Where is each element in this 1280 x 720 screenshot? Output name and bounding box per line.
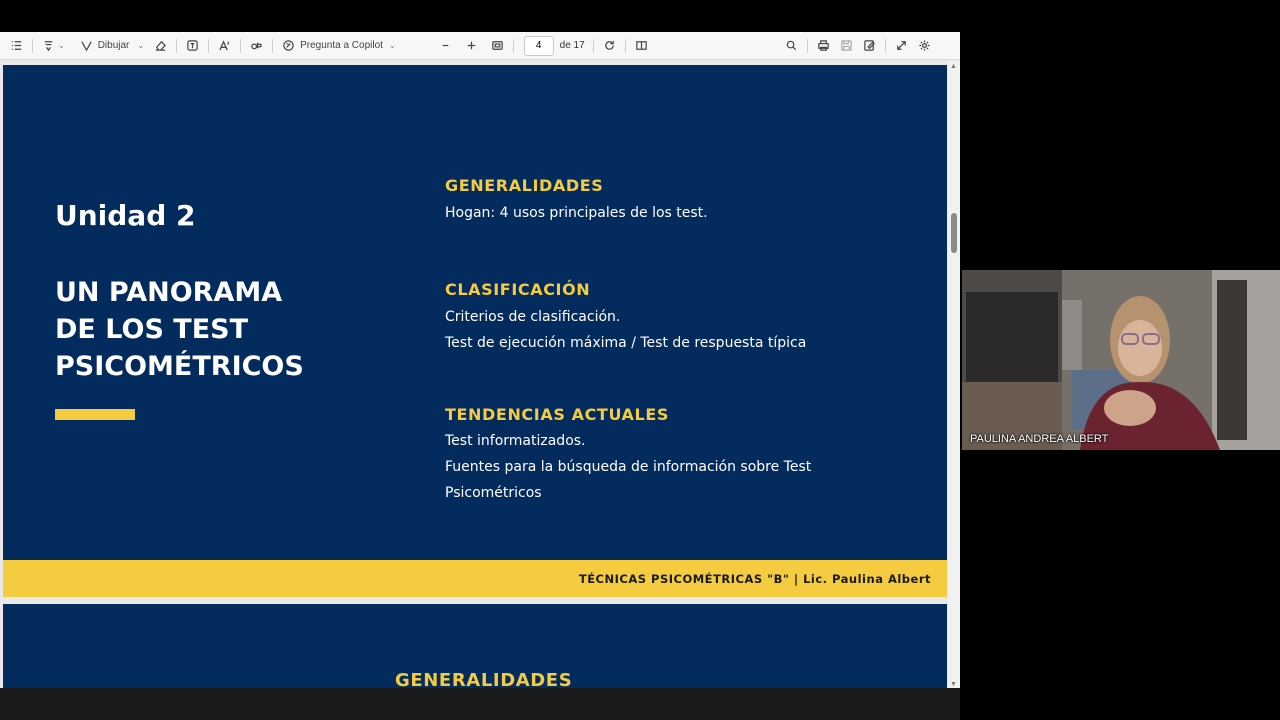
section-text-generalidades: Hogan: 4 usos principales de los test.	[445, 200, 905, 226]
save-button[interactable]	[836, 35, 857, 57]
rotate-icon	[604, 40, 614, 50]
fullscreen-icon	[896, 41, 906, 50]
save-icon	[840, 40, 852, 51]
copilot-label: Pregunta a Copilot	[300, 40, 383, 51]
scrollbar-thumb[interactable]	[951, 213, 957, 253]
document-area[interactable]: Unidad 2 UN PANORAMA DE LOS TEST PSICOMÉ…	[0, 61, 948, 688]
footer-text: TÉCNICAS PSICOMÉTRICAS "B" | Lic. Paulin…	[578, 572, 931, 586]
screen: ⌄ Dibujar ⌄ Pregunta a Copilot ⌄ 4 de 17…	[0, 0, 1280, 720]
section-line: Hogan: 4 usos principales de los test.	[445, 205, 708, 221]
zoom-in-button[interactable]	[461, 35, 482, 57]
search-button[interactable]	[781, 35, 802, 57]
section-text-tendencias: Test informatizados. Fuentes para la bús…	[445, 428, 905, 506]
toolbar-divider	[32, 38, 33, 53]
table-of-contents-button[interactable]	[6, 35, 27, 57]
search-icon	[786, 40, 796, 51]
print-icon	[817, 40, 829, 51]
save-as-button[interactable]	[859, 35, 880, 57]
slide-title-line: PSICOMÉTRICOS	[55, 351, 304, 382]
text-box-button[interactable]	[182, 35, 203, 57]
section-line: Test de ejecución máxima / Test de respu…	[445, 335, 807, 351]
toolbar-divider	[806, 38, 808, 53]
chevron-down-icon: ⌄	[388, 41, 396, 50]
settings-icon	[919, 40, 930, 51]
participant-name-label: PAULINA ANDREA ALBERT	[970, 433, 1109, 445]
toolbar-divider	[240, 38, 242, 53]
eraser-icon	[155, 40, 167, 51]
copilot-icon	[283, 40, 294, 51]
save-as-icon	[863, 40, 875, 51]
read-aloud-icon	[251, 42, 262, 50]
chevron-down-icon: ⌄	[137, 41, 145, 50]
text-box-icon	[187, 40, 198, 51]
text-format-button[interactable]	[214, 35, 235, 57]
section-heading-clasificacion: CLASIFICACIÓN	[445, 280, 591, 299]
table-of-contents-icon	[11, 41, 22, 50]
slide-title-line: DE LOS TEST	[55, 314, 249, 345]
toolbar-divider	[176, 38, 178, 53]
draw-label: Dibujar	[97, 40, 130, 51]
zoom-out-icon	[442, 44, 448, 47]
highlight-button[interactable]: ⌄	[38, 35, 69, 57]
section-heading-tendencias: TENDENCIAS ACTUALES	[445, 405, 669, 424]
slide-title-line: UN PANORAMA	[55, 277, 283, 308]
slide2-heading: GENERALIDADES	[395, 670, 573, 688]
eraser-button[interactable]	[150, 35, 171, 57]
scroll-up-icon[interactable]: ▲	[950, 63, 957, 70]
print-button[interactable]	[813, 35, 834, 57]
bottom-bar	[0, 688, 960, 720]
pdf-page-slide: GENERALIDADES	[3, 604, 947, 688]
section-heading-generalidades: GENERALIDADES	[445, 176, 604, 195]
toolbar-divider	[272, 38, 274, 53]
rotate-button[interactable]	[599, 35, 620, 57]
chevron-down-icon: ⌄	[58, 41, 65, 50]
draw-icon	[81, 41, 92, 52]
page-view-icon	[635, 41, 647, 50]
fullscreen-button[interactable]	[891, 35, 912, 57]
webcam-video: PAULINA ANDREA ALBERT	[962, 270, 1280, 450]
page-view-button[interactable]	[631, 35, 652, 57]
page-number-input[interactable]	[523, 35, 554, 56]
section-line: Test informatizados.	[445, 433, 586, 449]
section-text-clasificacion: Criterios de clasificación. Test de ejec…	[445, 304, 905, 356]
toolbar-divider	[592, 38, 594, 53]
pdf-toolbar: ⌄ Dibujar ⌄ Pregunta a Copilot ⌄ 4 de 17	[0, 32, 960, 60]
pdf-viewer-window: ⌄ Dibujar ⌄ Pregunta a Copilot ⌄ 4 de 17…	[0, 32, 960, 688]
page-count-label: de 17	[559, 40, 585, 51]
webcam-image	[962, 270, 1280, 450]
slide-title: UN PANORAMA DE LOS TEST PSICOMÉTRICOS	[55, 274, 375, 385]
draw-button[interactable]: Dibujar ⌄	[76, 35, 148, 57]
vertical-scrollbar[interactable]: ▲ ▼	[948, 61, 960, 688]
pdf-page-slide: Unidad 2 UN PANORAMA DE LOS TEST PSICOMÉ…	[3, 65, 947, 597]
fit-page-icon	[491, 41, 503, 50]
copilot-button[interactable]: Pregunta a Copilot ⌄	[278, 35, 400, 57]
settings-button[interactable]	[914, 35, 935, 57]
highlight-icon	[44, 41, 53, 52]
section-line: Fuentes para la búsqueda de información …	[445, 459, 812, 475]
fit-page-button[interactable]	[487, 35, 508, 57]
text-format-icon	[219, 40, 229, 51]
zoom-in-icon	[467, 41, 475, 50]
slide-footer: TÉCNICAS PSICOMÉTRICAS "B" | Lic. Paulin…	[3, 560, 947, 597]
section-line: Criterios de clasificación.	[445, 309, 621, 325]
toolbar-divider	[884, 38, 886, 53]
toolbar-divider	[208, 38, 210, 53]
toolbar-divider	[624, 38, 626, 53]
scroll-down-icon[interactable]: ▼	[950, 681, 957, 688]
zoom-out-button[interactable]	[435, 35, 456, 57]
toolbar-divider	[512, 38, 514, 53]
read-aloud-button[interactable]	[246, 35, 267, 57]
section-line: Psicométricos	[445, 485, 542, 501]
unit-label: Unidad 2	[55, 199, 196, 232]
title-accent-bar	[55, 409, 135, 420]
